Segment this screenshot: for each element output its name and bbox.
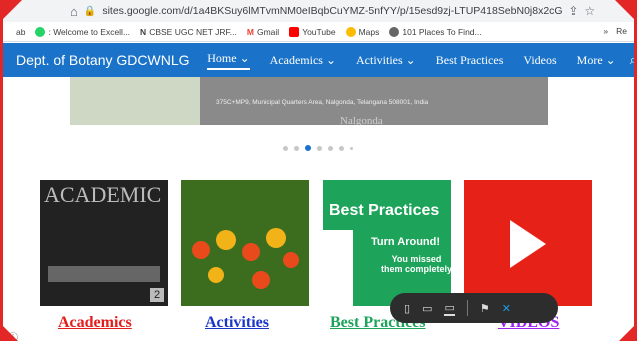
best-practices-title: Best Practices — [329, 202, 440, 219]
nav-more[interactable]: More ⌄ — [577, 53, 616, 68]
academics-card-image[interactable]: ACADEMIC 2 — [40, 180, 168, 306]
nav-videos[interactable]: Videos — [523, 53, 556, 68]
carousel-dot[interactable] — [294, 145, 299, 151]
nav-academics[interactable]: Academics ⌄ — [270, 53, 336, 68]
maps-icon — [345, 26, 356, 37]
search-icon[interactable]: ⌕ — [630, 52, 637, 68]
reading-list[interactable]: Re — [616, 26, 627, 36]
carousel-dot[interactable] — [317, 145, 322, 151]
bookmark-item[interactable]: ab — [16, 27, 25, 37]
carousel-dot-active[interactable] — [305, 145, 311, 151]
carousel-dot[interactable] — [328, 145, 333, 151]
nav-best-practices[interactable]: Best Practices — [436, 53, 504, 68]
phone-icon[interactable]: ▯ — [404, 302, 410, 315]
youtube-icon — [289, 26, 300, 37]
carousel-dot[interactable] — [283, 145, 288, 151]
site-nav: Dept. of Botany GDCWNLG Home ⌄ Academics… — [0, 43, 637, 77]
best-practices-card-image[interactable]: Best Practices Turn Around! You missed t… — [323, 180, 451, 306]
u-turn-sign — [323, 230, 353, 306]
missed-text: You missed them completely — [381, 254, 451, 274]
videos-card-image[interactable] — [464, 180, 592, 306]
browser-address-bar: ⌂ 🔒 sites.google.com/d/1a4BKSuy6lMTvmNM0… — [0, 0, 637, 22]
bookmark-item[interactable]: Maps — [345, 26, 379, 37]
tablet-icon[interactable]: ▭ — [422, 302, 432, 315]
bookmark-item[interactable]: : Welcome to Excell... — [35, 26, 130, 37]
nav-menu: Home ⌄ Academics ⌄ Activities ⌄ Best Pra… — [207, 51, 616, 70]
bookmark-item[interactable]: N CBSE UGC NET JRF... — [140, 27, 237, 37]
overflow-chevron[interactable]: » — [603, 26, 608, 36]
share-icon[interactable]: ⇪ — [568, 4, 578, 18]
play-icon — [510, 220, 546, 268]
academic-image-text: ACADEMIC — [44, 182, 162, 207]
info-icon[interactable]: ⓘ — [8, 329, 18, 341]
map-image — [70, 77, 200, 125]
activities-link[interactable]: Activities — [205, 314, 269, 332]
site-title[interactable]: Dept. of Botany GDCWNLG — [16, 52, 201, 68]
laptop-icon[interactable]: ▭ — [444, 301, 455, 316]
carousel-dot[interactable] — [339, 145, 344, 151]
bookmark-item[interactable]: M Gmail — [247, 27, 279, 37]
activities-card-image[interactable] — [181, 180, 309, 306]
carousel-dots — [283, 145, 353, 151]
red-corner-decoration — [619, 323, 637, 341]
academics-link[interactable]: Academics — [58, 314, 132, 332]
nav-activities[interactable]: Activities ⌄ — [356, 53, 416, 68]
preview-device-toolbar: ▯ ▭ ▭ ⚑ ✕ — [390, 293, 558, 323]
bookmark-item[interactable]: 101 Places To Find... — [389, 26, 482, 37]
hero-ghost-text: Nalgonda — [340, 115, 383, 125]
home-icon[interactable]: ⌂ — [70, 4, 78, 19]
academic-number: 2 — [150, 288, 164, 302]
tulips-image — [192, 228, 299, 289]
bookmarks-overflow: » Re — [603, 26, 627, 36]
lock-icon: 🔒 — [83, 5, 97, 17]
nav-home[interactable]: Home ⌄ — [207, 51, 250, 70]
close-icon[interactable]: ✕ — [502, 302, 511, 315]
turn-around-text: Turn Around! — [371, 236, 441, 248]
url-text[interactable]: sites.google.com/d/1a4BKSuy6lMTvmNM0eIBq… — [102, 5, 562, 17]
screenshot-frame: ⌂ 🔒 sites.google.com/d/1a4BKSuy6lMTvmNM0… — [0, 0, 637, 341]
desk-shape — [48, 266, 160, 282]
bookmark-item[interactable]: YouTube — [289, 26, 336, 37]
n-icon: N — [140, 26, 147, 37]
hero-address: 375C+MP9, Municipal Quarters Area, Nalgo… — [216, 99, 429, 106]
feedback-icon[interactable]: ⚑ — [480, 302, 490, 315]
star-icon[interactable]: ☆ — [584, 4, 595, 18]
whatsapp-icon — [35, 26, 46, 37]
hero-carousel-slide: 375C+MP9, Municipal Quarters Area, Nalgo… — [70, 77, 548, 125]
toolbar-divider — [466, 300, 468, 316]
globe-icon — [389, 26, 400, 37]
gmail-icon: M — [246, 26, 254, 37]
bookmarks-bar: ab : Welcome to Excell... N CBSE UGC NET … — [0, 22, 637, 42]
carousel-dot[interactable] — [350, 146, 353, 150]
